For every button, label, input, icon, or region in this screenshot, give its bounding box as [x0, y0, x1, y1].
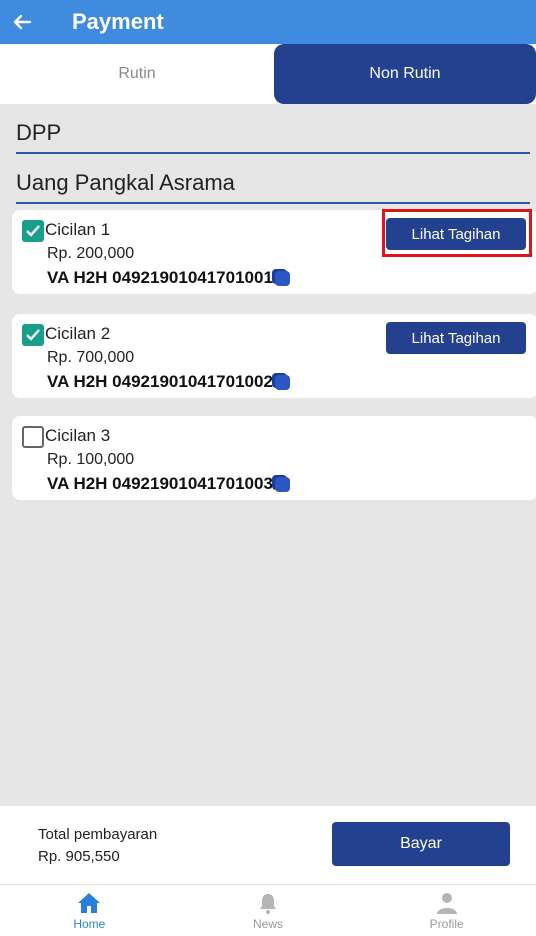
nav-item-profile[interactable]: Profile: [357, 885, 536, 936]
section-heading-asrama: Uang Pangkal Asrama: [16, 170, 530, 204]
check-icon: [26, 329, 40, 341]
tab-bar: Rutin Non Rutin: [0, 44, 536, 104]
installment-title: Cicilan 3: [45, 426, 111, 445]
virtual-account: VA H2H 04921901041701002: [47, 372, 290, 392]
check-icon: [26, 225, 40, 237]
nav-item-home[interactable]: Home: [0, 885, 179, 936]
installment-checkbox[interactable]: [22, 324, 44, 346]
back-button[interactable]: [0, 0, 44, 44]
page-title: Payment: [72, 9, 164, 34]
virtual-account: VA H2H 04921901041701001: [47, 268, 290, 288]
installment-card: Cicilan 2 Rp. 700,000 VA H2H 04921901041…: [12, 314, 536, 398]
virtual-account-number: VA H2H 04921901041701001: [47, 268, 273, 287]
pay-button[interactable]: Bayar: [332, 822, 510, 866]
installment-title: Cicilan 1: [45, 220, 111, 239]
nav-label: Home: [73, 916, 106, 931]
copy-icon[interactable]: [274, 270, 290, 286]
tab-rutin[interactable]: Rutin: [0, 44, 274, 104]
arrow-left-icon: [13, 14, 32, 30]
highlight-box: [382, 209, 532, 257]
view-bill-button[interactable]: Lihat Tagihan: [386, 322, 526, 354]
nav-label: News: [253, 916, 284, 931]
app-bar: Payment: [0, 0, 536, 44]
installment-checkbox[interactable]: [22, 220, 44, 242]
virtual-account-number: VA H2H 04921901041701002: [47, 372, 273, 391]
installment-amount: Rp. 100,000: [47, 451, 135, 468]
bell-icon: [260, 893, 276, 914]
virtual-account-number: VA H2H 04921901041701003: [47, 474, 273, 493]
copy-icon[interactable]: [274, 374, 290, 390]
installment-amount: Rp. 700,000: [47, 349, 135, 366]
bottom-nav: Home News Profile: [0, 884, 536, 936]
total-value: Rp. 905,550: [38, 848, 120, 865]
total-label: Total pembayaran: [38, 826, 158, 843]
home-icon: [78, 892, 101, 913]
nav-label: Profile: [429, 916, 464, 931]
installment-title: Cicilan 2: [45, 324, 111, 343]
installment-checkbox[interactable]: [22, 426, 44, 448]
installment-card: Cicilan 3 Rp. 100,000 VA H2H 04921901041…: [12, 416, 536, 500]
copy-icon[interactable]: [274, 476, 290, 492]
section-heading-dpp: DPP: [16, 120, 530, 154]
payment-footer: Total pembayaran Rp. 905,550 Bayar: [0, 806, 536, 884]
nav-item-news[interactable]: News: [179, 885, 358, 936]
tab-non-rutin[interactable]: Non Rutin: [274, 44, 536, 104]
person-icon: [436, 892, 457, 914]
virtual-account: VA H2H 04921901041701003: [47, 474, 290, 494]
installment-amount: Rp. 200,000: [47, 245, 135, 262]
